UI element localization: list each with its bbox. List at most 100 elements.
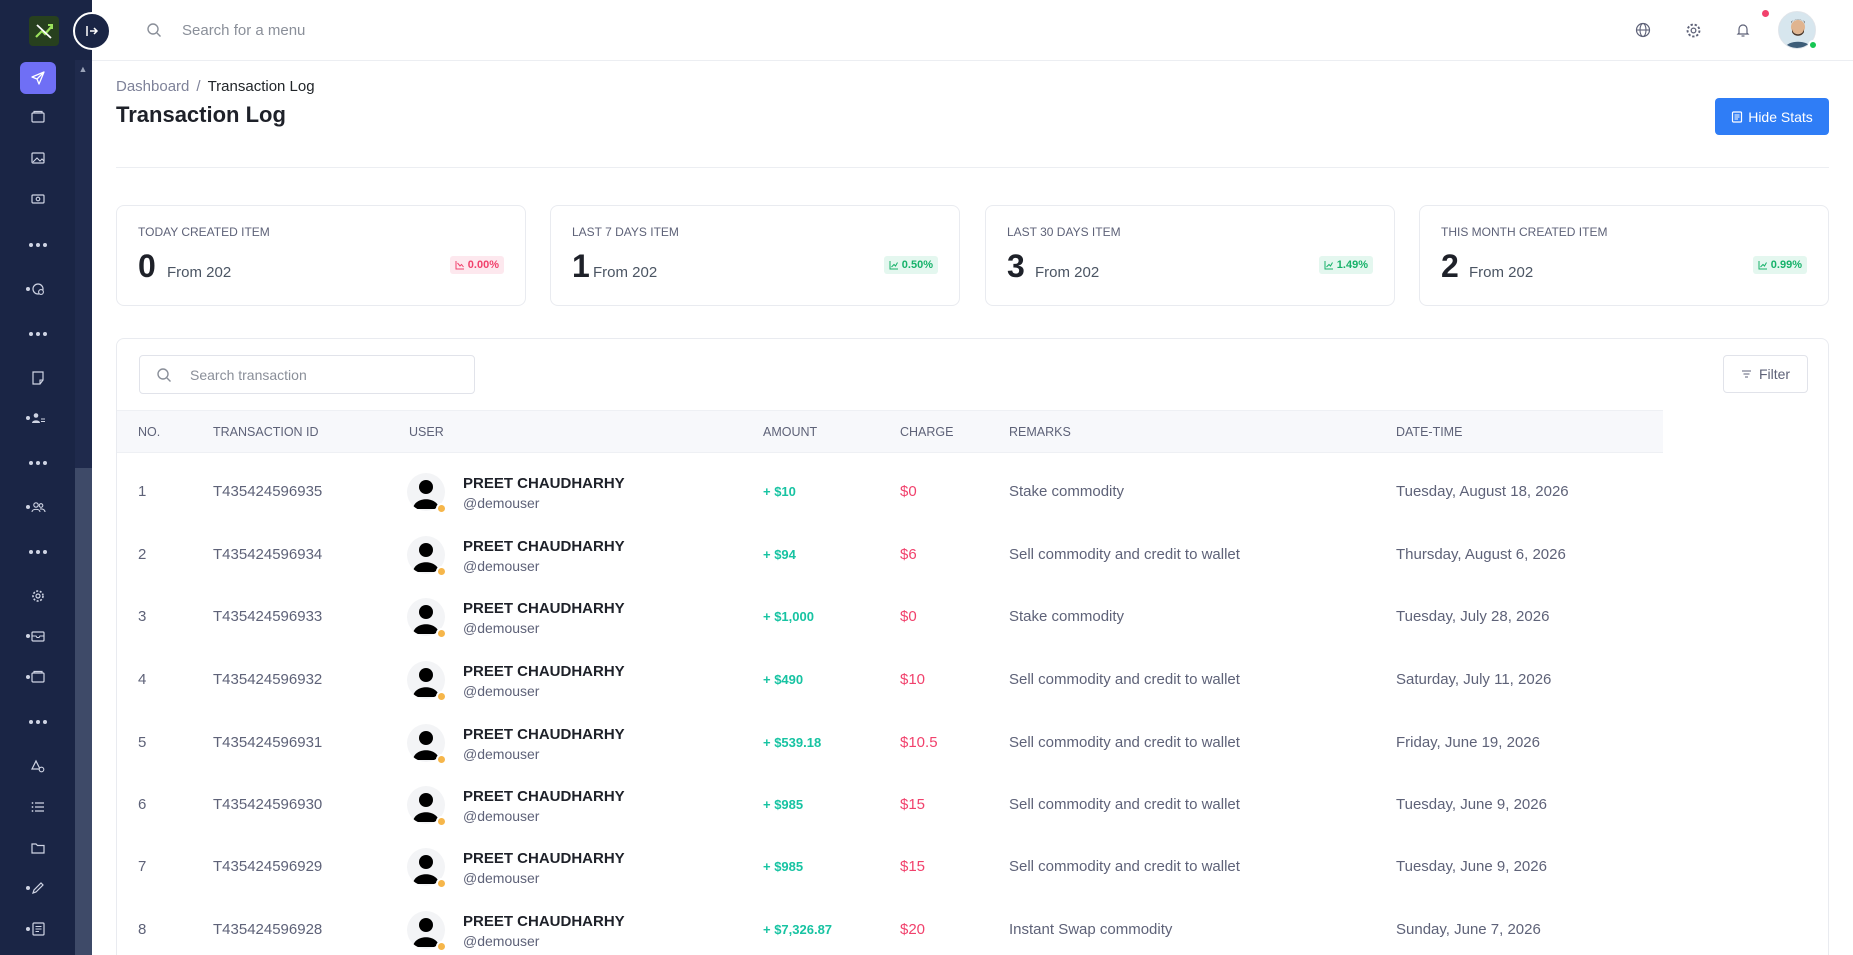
sidebar-item-send[interactable] bbox=[20, 62, 56, 94]
settings-button[interactable] bbox=[1683, 20, 1703, 40]
sidebar-item-forms[interactable] bbox=[20, 913, 56, 945]
support-icon bbox=[32, 283, 44, 295]
table-row[interactable]: 8 T435424596928 PREET CHAUDHARHY @demouser +… bbox=[117, 899, 1663, 955]
sidebar-item-wallet[interactable] bbox=[20, 101, 56, 133]
search-icon bbox=[147, 23, 161, 37]
cell-charge: $10 bbox=[900, 671, 926, 688]
gear-icon bbox=[1686, 23, 1700, 37]
cell-user-name[interactable]: PREET CHAUDHARHY bbox=[463, 850, 625, 867]
notification-dot bbox=[1762, 10, 1769, 17]
hide-stats-button[interactable]: Hide Stats bbox=[1715, 98, 1829, 135]
column-header-no[interactable]: NO. bbox=[138, 425, 160, 439]
cell-user-name[interactable]: PREET CHAUDHARHY bbox=[463, 788, 625, 805]
cell-charge: $20 bbox=[900, 921, 926, 938]
cell-user-name[interactable]: PREET CHAUDHARHY bbox=[463, 913, 625, 930]
app-logo[interactable] bbox=[29, 16, 59, 46]
sidebar-more-1[interactable] bbox=[20, 239, 56, 251]
user-status-dot bbox=[436, 691, 447, 702]
stat-change-badge: 0.50% bbox=[883, 256, 938, 274]
stat-from: From 202 bbox=[593, 264, 658, 281]
breadcrumb-dashboard-link[interactable]: Dashboard bbox=[116, 78, 189, 95]
inbox-icon bbox=[31, 631, 45, 642]
cell-charge: $15 bbox=[900, 858, 926, 875]
sidebar-item-users[interactable] bbox=[20, 402, 56, 434]
document-icon bbox=[1732, 110, 1743, 123]
filter-label: Filter bbox=[1758, 366, 1791, 382]
cell-user-handle: @demouser bbox=[463, 495, 540, 511]
sidebar-more-4[interactable] bbox=[20, 546, 56, 558]
column-header-date-time[interactable]: DATE-TIME bbox=[1396, 425, 1462, 439]
sidebar-item-system[interactable] bbox=[20, 750, 56, 782]
cell-user-name[interactable]: PREET CHAUDHARHY bbox=[463, 600, 625, 617]
sidebar-item-settings[interactable] bbox=[20, 580, 56, 612]
sidebar-scrollbar[interactable] bbox=[75, 60, 92, 955]
stat-card-last-7-days: LAST 7 DAYS ITEM 1 From 202 0.50% bbox=[550, 205, 960, 306]
sidebar-item-support[interactable] bbox=[20, 273, 56, 305]
cell-user-name[interactable]: PREET CHAUDHARHY bbox=[463, 726, 625, 743]
gear-icon bbox=[32, 590, 44, 602]
table-row[interactable]: 1 T435424596935 PREET CHAUDHARHY @demouser +… bbox=[117, 461, 1663, 523]
bullet-dot bbox=[26, 287, 30, 291]
sidebar-item-groups[interactable] bbox=[20, 491, 56, 523]
stat-change-badge: 0.99% bbox=[1752, 256, 1807, 274]
page-title: Transaction Log bbox=[116, 102, 286, 127]
table-row[interactable]: 5 T435424596931 PREET CHAUDHARHY @demouser +… bbox=[117, 712, 1663, 774]
sidebar-more-3[interactable] bbox=[20, 457, 56, 469]
table-row[interactable]: 6 T435424596930 PREET CHAUDHARHY @demouser +… bbox=[117, 774, 1663, 836]
transaction-search-input[interactable] bbox=[190, 365, 460, 385]
bullet-dot bbox=[26, 886, 30, 890]
cell-amount: + $7,326.87 bbox=[763, 922, 833, 937]
sidebar-item-inbox[interactable] bbox=[20, 620, 56, 652]
language-button[interactable] bbox=[1633, 20, 1653, 40]
transaction-search-box[interactable] bbox=[139, 355, 475, 394]
cell-no: 6 bbox=[138, 796, 147, 813]
bullet-dot bbox=[26, 634, 30, 638]
sidebar-item-files[interactable] bbox=[20, 661, 56, 693]
notifications-button[interactable] bbox=[1733, 20, 1753, 40]
column-header-remarks[interactable]: REMARKS bbox=[1009, 425, 1071, 439]
column-header-charge[interactable]: CHARGE bbox=[900, 425, 953, 439]
column-header-user[interactable]: USER bbox=[409, 425, 444, 439]
cell-user-handle: @demouser bbox=[463, 933, 540, 949]
table-row[interactable]: 3 T435424596933 PREET CHAUDHARHY @demouser +… bbox=[117, 586, 1663, 648]
bullet-dot bbox=[26, 505, 30, 509]
sidebar-item-notes[interactable] bbox=[20, 362, 56, 394]
transaction-table-card: Filter NO. TRANSACTION ID USER AMOUNT CH… bbox=[116, 338, 1829, 955]
notes-icon bbox=[32, 371, 44, 385]
cell-no: 8 bbox=[138, 921, 147, 938]
table-row[interactable]: 7 T435424596929 PREET CHAUDHARHY @demouser +… bbox=[117, 836, 1663, 898]
sidebar-more-2[interactable] bbox=[20, 328, 56, 340]
filter-button[interactable]: Filter bbox=[1723, 355, 1808, 393]
sidebar-scrollbar-thumb[interactable] bbox=[75, 468, 92, 955]
stat-change-value: 0.50% bbox=[901, 259, 933, 271]
sidebar-item-edit[interactable] bbox=[20, 872, 56, 904]
sidebar-toggle-button[interactable] bbox=[73, 12, 111, 50]
list-icon bbox=[31, 802, 44, 812]
stat-label: LAST 7 DAYS ITEM bbox=[572, 225, 679, 239]
menu-search-input[interactable] bbox=[182, 18, 582, 42]
stat-change-value: 0.00% bbox=[467, 259, 499, 271]
user-status-dot bbox=[436, 816, 447, 827]
bullet-dot bbox=[26, 416, 30, 420]
table-row[interactable]: 2 T435424596934 PREET CHAUDHARHY @demouser +… bbox=[117, 524, 1663, 586]
cell-remarks: Sell commodity and credit to wallet bbox=[1009, 734, 1240, 751]
scroll-up-arrow-icon[interactable]: ▲ bbox=[78, 64, 88, 74]
cell-user-name[interactable]: PREET CHAUDHARHY bbox=[463, 538, 625, 555]
sidebar-item-media[interactable] bbox=[20, 142, 56, 174]
cell-user-name[interactable]: PREET CHAUDHARHY bbox=[463, 475, 625, 492]
sidebar-item-payments[interactable] bbox=[20, 183, 56, 215]
image-icon bbox=[31, 152, 45, 164]
pen-icon bbox=[32, 882, 44, 894]
cell-amount: + $10 bbox=[763, 484, 796, 499]
column-header-amount[interactable]: AMOUNT bbox=[763, 425, 817, 439]
stat-change-badge: 0.00% bbox=[449, 256, 504, 274]
stat-value: 2 bbox=[1441, 248, 1459, 284]
filter-icon bbox=[1741, 370, 1751, 378]
sidebar-more-5[interactable] bbox=[20, 716, 56, 728]
cell-user-name[interactable]: PREET CHAUDHARHY bbox=[463, 663, 625, 680]
sidebar-item-documents[interactable] bbox=[20, 832, 56, 864]
column-header-transaction-id[interactable]: TRANSACTION ID bbox=[213, 425, 319, 439]
sidebar-item-list[interactable] bbox=[20, 791, 56, 823]
table-row[interactable]: 4 T435424596932 PREET CHAUDHARHY @demouser +… bbox=[117, 649, 1663, 711]
stat-change-value: 0.99% bbox=[1770, 259, 1802, 271]
